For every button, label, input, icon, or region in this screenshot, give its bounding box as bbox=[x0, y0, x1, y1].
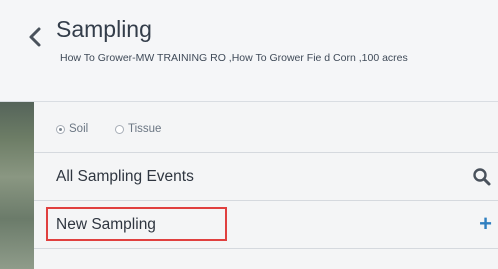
new-sampling-label: New Sampling bbox=[56, 216, 156, 233]
radio-soil[interactable]: Soil bbox=[56, 123, 88, 135]
radio-selected-icon bbox=[56, 124, 65, 134]
page-title: Sampling bbox=[56, 16, 152, 42]
radio-tissue[interactable]: Tissue bbox=[115, 123, 161, 135]
radio-unselected-icon bbox=[115, 124, 124, 134]
search-icon bbox=[473, 168, 491, 186]
plus-icon[interactable]: + bbox=[479, 211, 492, 237]
header: Sampling How To Grower-MW TRAINING RO ,H… bbox=[0, 0, 498, 102]
background-image-strip bbox=[0, 102, 34, 269]
all-sampling-events-label: All Sampling Events bbox=[56, 168, 194, 185]
new-sampling-item[interactable]: New Sampling + bbox=[34, 201, 498, 249]
chevron-left-icon bbox=[29, 27, 41, 47]
back-button[interactable] bbox=[28, 26, 42, 48]
sample-type-selector: Soil Tissue bbox=[34, 102, 498, 153]
search-button[interactable] bbox=[472, 167, 492, 192]
radio-soil-label: Soil bbox=[69, 123, 89, 135]
all-sampling-events-item[interactable]: All Sampling Events bbox=[34, 153, 498, 201]
page-subtitle: How To Grower-MW TRAINING RO ,How To Gro… bbox=[60, 52, 408, 64]
radio-tissue-label: Tissue bbox=[128, 123, 162, 135]
sampling-panel: Soil Tissue All Sampling Events New Samp… bbox=[34, 102, 498, 269]
